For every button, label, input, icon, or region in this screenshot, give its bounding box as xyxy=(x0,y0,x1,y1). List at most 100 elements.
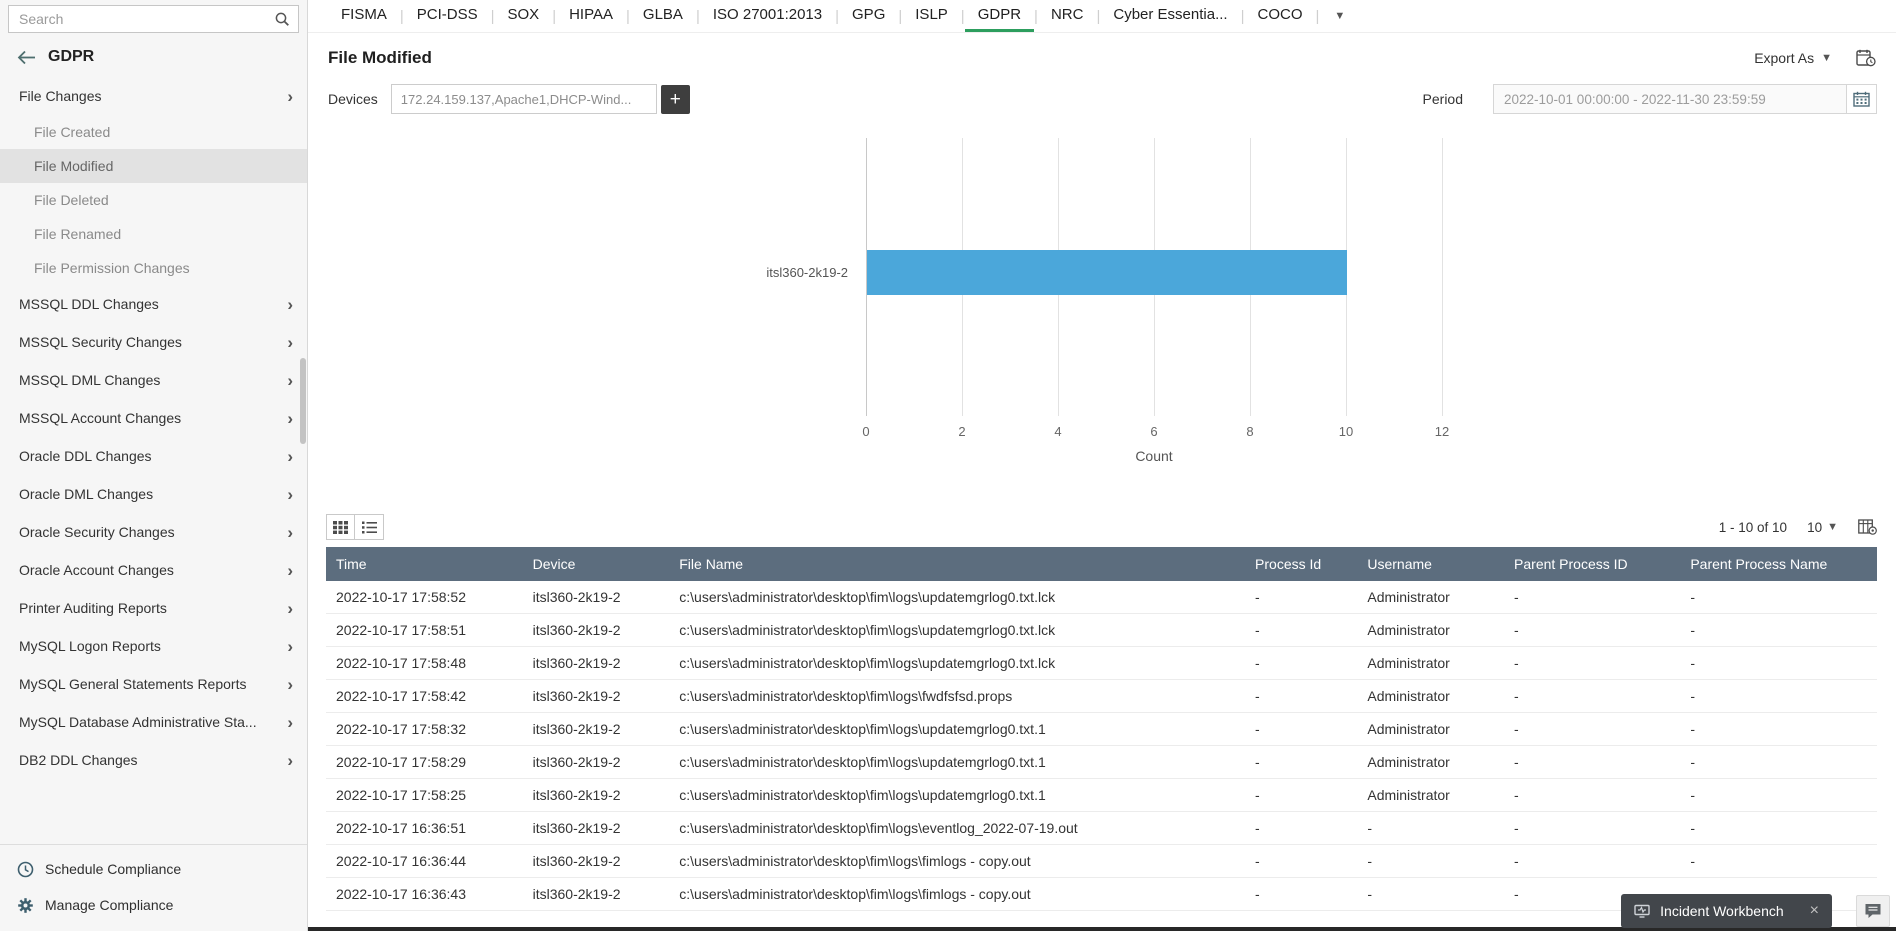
table-row[interactable]: 2022-10-17 17:58:51 itsl360-2k19-2 c:\user… xyxy=(326,613,1877,647)
column-header-parent-process-id[interactable]: Parent Process ID xyxy=(1504,547,1681,581)
table-cell: - xyxy=(1504,745,1681,779)
sidebar-item-oracle-account-changes[interactable]: Oracle Account Changes › xyxy=(0,551,307,589)
tabs-overflow-button[interactable]: ▼ xyxy=(1319,0,1360,32)
add-device-button[interactable]: + xyxy=(660,84,690,114)
table-row[interactable]: 2022-10-17 17:58:48 itsl360-2k19-2 c:\user… xyxy=(326,646,1877,680)
table-row[interactable]: 2022-10-17 16:36:44 itsl360-2k19-2 c:\user… xyxy=(326,844,1877,878)
sidebar-item-label: MSSQL DDL Changes xyxy=(19,296,159,312)
schedule-compliance-label: Schedule Compliance xyxy=(45,861,182,877)
column-header-time[interactable]: Time xyxy=(326,547,523,581)
chevron-right-icon: › xyxy=(287,370,293,390)
sidebar-item-oracle-dml-changes[interactable]: Oracle DML Changes › xyxy=(0,475,307,513)
table-cell: - xyxy=(1245,778,1358,812)
column-header-username[interactable]: Username xyxy=(1357,547,1505,581)
schedule-compliance-button[interactable]: Schedule Compliance xyxy=(0,851,307,887)
x-axis-tick-label: 4 xyxy=(1054,424,1062,439)
period-calendar-button[interactable] xyxy=(1847,84,1877,114)
tab-sox[interactable]: SOX xyxy=(495,0,553,32)
results-table: Time Device File Name Process Id Username Par… xyxy=(326,547,1877,911)
table-cell: - xyxy=(1357,877,1505,911)
sidebar-item-mysql-logon-reports[interactable]: MySQL Logon Reports › xyxy=(0,627,307,665)
column-header-process-id[interactable]: Process Id xyxy=(1245,547,1358,581)
sidebar-item-mssql-ddl-changes[interactable]: MSSQL DDL Changes › xyxy=(0,285,307,323)
chart-bar[interactable] xyxy=(867,250,1347,295)
column-header-device[interactable]: Device xyxy=(522,547,670,581)
table-row[interactable]: 2022-10-17 17:58:42 itsl360-2k19-2 c:\user… xyxy=(326,679,1877,713)
tab-iso-27001-2013[interactable]: ISO 27001:2013 xyxy=(700,0,835,32)
tab-nrc[interactable]: NRC xyxy=(1038,0,1097,32)
sidebar-item-mssql-security-changes[interactable]: MSSQL Security Changes › xyxy=(0,323,307,361)
page-size-value: 10 xyxy=(1807,519,1823,535)
tab-glba[interactable]: GLBA xyxy=(630,0,696,32)
table-cell: - xyxy=(1680,679,1877,713)
feedback-chat-button[interactable] xyxy=(1856,895,1890,927)
incident-workbench-toast[interactable]: Incident Workbench × xyxy=(1621,894,1832,928)
table-cell: itsl360-2k19-2 xyxy=(522,811,670,845)
schedule-report-icon[interactable] xyxy=(1856,49,1876,67)
grid-view-button[interactable] xyxy=(326,514,355,540)
page-title: File Modified xyxy=(328,48,432,67)
table-cell: c:\users\administrator\desktop\fim\logs\… xyxy=(669,844,1246,878)
tab-gpg[interactable]: GPG xyxy=(839,0,898,32)
devices-input[interactable] xyxy=(390,84,657,114)
tab-gdpr[interactable]: GDPR xyxy=(964,0,1035,32)
table-row[interactable]: 2022-10-17 17:58:52 itsl360-2k19-2 c:\user… xyxy=(326,581,1877,614)
manage-compliance-button[interactable]: Manage Compliance xyxy=(0,887,307,923)
main-content: FISMA | PCI-DSS | SOX | HIPAA | GLBA | ISO 27001:2… xyxy=(308,0,1896,931)
sidebar-item-mysql-database-administrative-sta[interactable]: MySQL Database Administrative Sta... › xyxy=(0,703,307,741)
table-row[interactable]: 2022-10-17 16:36:51 itsl360-2k19-2 c:\user… xyxy=(326,811,1877,845)
x-axis-tick-label: 6 xyxy=(1150,424,1158,439)
export-as-button[interactable]: Export As ▼ xyxy=(1754,50,1832,66)
search-icon[interactable] xyxy=(274,11,290,27)
sidebar-item-mssql-dml-changes[interactable]: MSSQL DML Changes › xyxy=(0,361,307,399)
sidebar-scrollbar[interactable] xyxy=(300,358,306,444)
sidebar-item-file-created[interactable]: File Created xyxy=(0,115,307,149)
sidebar-item-oracle-ddl-changes[interactable]: Oracle DDL Changes › xyxy=(0,437,307,475)
tab-fisma[interactable]: FISMA xyxy=(328,0,400,32)
plus-icon: + xyxy=(669,88,681,110)
search-input[interactable] xyxy=(8,5,299,33)
chevron-right-icon: › xyxy=(287,636,293,656)
table-cell: itsl360-2k19-2 xyxy=(522,778,670,812)
sidebar-item-label: MSSQL Account Changes xyxy=(19,410,182,426)
sidebar-item-file-changes[interactable]: File Changes › xyxy=(0,77,307,115)
tab-cyber-essentia[interactable]: Cyber Essentia... xyxy=(1100,0,1240,32)
table-cell: 2022-10-17 17:58:32 xyxy=(326,712,523,746)
sidebar-item-label: Oracle Account Changes xyxy=(19,562,174,578)
tab-hipaa[interactable]: HIPAA xyxy=(556,0,626,32)
sidebar-item-label: File Deleted xyxy=(34,192,109,208)
column-header-parent-process-name[interactable]: Parent Process Name xyxy=(1680,547,1877,581)
sidebar-item-oracle-security-changes[interactable]: Oracle Security Changes › xyxy=(0,513,307,551)
sidebar-item-file-modified[interactable]: File Modified xyxy=(0,149,307,183)
close-icon[interactable]: × xyxy=(1810,903,1819,919)
column-header-file-name[interactable]: File Name xyxy=(669,547,1246,581)
table-cell: - xyxy=(1680,745,1877,779)
tab-islp[interactable]: ISLP xyxy=(902,0,961,32)
table-row[interactable]: 2022-10-17 17:58:32 itsl360-2k19-2 c:\user… xyxy=(326,712,1877,746)
period-input[interactable] xyxy=(1493,84,1847,114)
list-view-button[interactable] xyxy=(355,514,384,540)
tab-pci-dss[interactable]: PCI-DSS xyxy=(404,0,491,32)
page-size-dropdown[interactable]: 10 ▼ xyxy=(1807,520,1838,535)
chart-xlabel: Count xyxy=(1135,448,1173,464)
chevron-right-icon: › xyxy=(287,750,293,770)
incident-workbench-label: Incident Workbench xyxy=(1660,903,1784,919)
chevron-right-icon: › xyxy=(287,674,293,694)
sidebar-item-mysql-general-statements-reports[interactable]: MySQL General Statements Reports › xyxy=(0,665,307,703)
chevron-right-icon: › xyxy=(287,560,293,580)
sidebar-item-file-deleted[interactable]: File Deleted xyxy=(0,183,307,217)
tab-coco[interactable]: COCO xyxy=(1244,0,1315,32)
sidebar-item-printer-auditing-reports[interactable]: Printer Auditing Reports › xyxy=(0,589,307,627)
chevron-right-icon: › xyxy=(287,598,293,618)
column-settings-button[interactable] xyxy=(1858,519,1877,535)
table-row[interactable]: 2022-10-17 17:58:29 itsl360-2k19-2 c:\user… xyxy=(326,745,1877,779)
sidebar-item-db2-ddl-changes[interactable]: DB2 DDL Changes › xyxy=(0,741,307,779)
sidebar-item-label: File Changes xyxy=(19,88,102,104)
table-row[interactable]: 2022-10-17 17:58:25 itsl360-2k19-2 c:\user… xyxy=(326,778,1877,812)
sidebar-item-file-permission-changes[interactable]: File Permission Changes xyxy=(0,251,307,285)
incident-workbench-icon xyxy=(1634,904,1650,918)
sidebar-item-mssql-account-changes[interactable]: MSSQL Account Changes › xyxy=(0,399,307,437)
sidebar-item-file-renamed[interactable]: File Renamed xyxy=(0,217,307,251)
back-icon[interactable] xyxy=(17,50,36,65)
table-cell: - xyxy=(1245,712,1358,746)
